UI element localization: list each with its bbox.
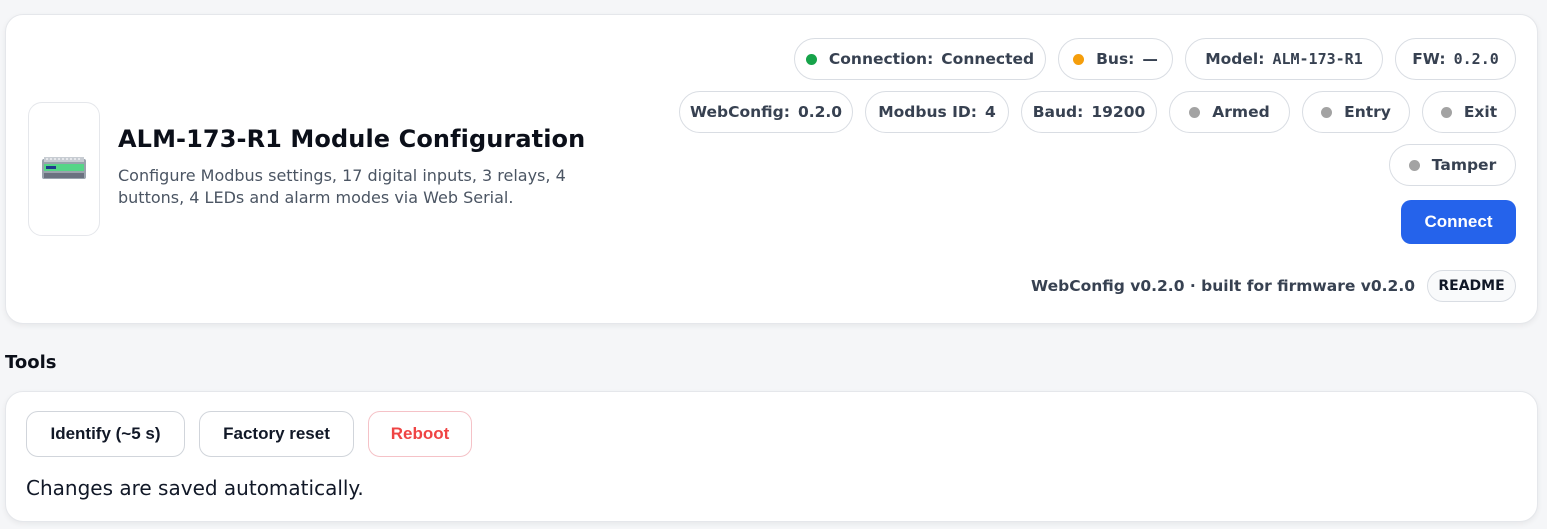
autosave-note: Changes are saved automatically.	[26, 476, 364, 500]
armed-label: Armed	[1212, 103, 1270, 121]
connection-value: Connected	[941, 50, 1035, 68]
factory-reset-button[interactable]: Factory reset	[199, 411, 354, 457]
model-label: Model:	[1205, 50, 1265, 68]
bus-status-badge: Bus: —	[1058, 38, 1173, 80]
entry-indicator: Entry	[1302, 91, 1410, 133]
webconfig-label: WebConfig:	[689, 103, 790, 121]
connection-status-dot	[805, 53, 817, 65]
logo-box	[28, 102, 100, 236]
tamper-dot	[1408, 159, 1420, 171]
webconfig-version-badge: WebConfig: 0.2.0	[679, 91, 853, 133]
armed-indicator: Armed	[1169, 91, 1290, 133]
bus-value: —	[1142, 50, 1158, 68]
exit-label: Exit	[1463, 103, 1498, 121]
baud-value: 19200	[1091, 103, 1146, 121]
bus-status-dot	[1073, 53, 1085, 65]
modbus-id-value: 4	[984, 103, 996, 121]
connection-status-badge: Connection: Connected	[794, 38, 1046, 80]
exit-indicator: Exit	[1422, 91, 1516, 133]
connect-button[interactable]: Connect	[1401, 200, 1516, 244]
armed-dot	[1189, 106, 1201, 118]
tamper-indicator: Tamper	[1389, 144, 1516, 186]
entry-label: Entry	[1344, 103, 1391, 121]
reboot-button[interactable]: Reboot	[368, 411, 472, 457]
baud-label: Baud:	[1032, 103, 1084, 121]
modbus-id-label: Modbus ID:	[878, 103, 977, 121]
fw-badge: FW: 0.2.0	[1395, 38, 1516, 80]
exit-dot	[1440, 106, 1452, 118]
entry-dot	[1321, 106, 1333, 118]
readme-button[interactable]: README	[1427, 270, 1516, 302]
fw-label: FW:	[1412, 50, 1446, 68]
tamper-label: Tamper	[1431, 156, 1497, 174]
model-value: ALM-173-R1	[1272, 50, 1363, 68]
page-title: ALM-173-R1 Module Configuration	[118, 125, 586, 153]
header-card: ALM-173-R1 Module Configuration Configur…	[5, 14, 1538, 324]
din-rail-module-icon	[42, 157, 86, 179]
tools-section-title: Tools	[5, 352, 57, 373]
modbus-id-badge: Modbus ID: 4	[865, 91, 1009, 133]
webconfig-value: 0.2.0	[797, 103, 843, 121]
model-badge: Model: ALM-173-R1	[1185, 38, 1383, 80]
bus-label: Bus:	[1096, 50, 1135, 68]
identify-button[interactable]: Identify (~5 s)	[26, 411, 185, 457]
connection-label: Connection:	[828, 50, 934, 68]
tools-card: Identify (~5 s) Factory reset Reboot Cha…	[5, 391, 1538, 522]
version-text: WebConfig v0.2.0 · built for firmware v0…	[1031, 277, 1415, 295]
baud-badge: Baud: 19200	[1021, 91, 1157, 133]
page-subtitle: Configure Modbus settings, 17 digital in…	[118, 166, 566, 207]
fw-value: 0.2.0	[1453, 50, 1499, 68]
